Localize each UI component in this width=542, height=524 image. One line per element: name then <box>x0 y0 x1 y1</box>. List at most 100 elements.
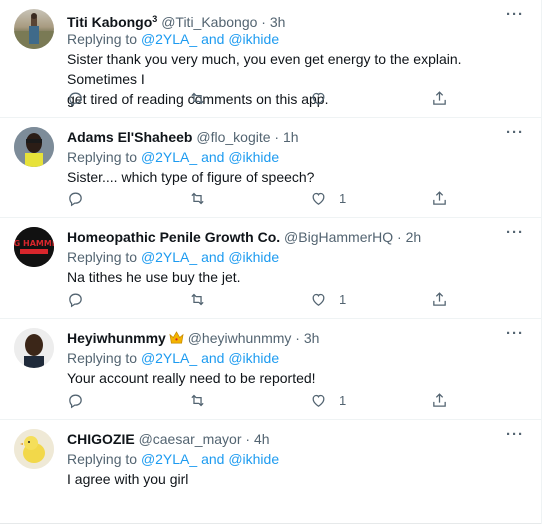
reply-bubble-icon <box>69 394 82 408</box>
tweet-actions: 1 <box>67 390 467 410</box>
like-count: 1 <box>339 392 347 408</box>
replying-to: Replying to @2YLA_ and @ikhide <box>67 350 280 366</box>
timestamp[interactable]: 4h <box>254 431 270 447</box>
avatar-image <box>14 429 54 469</box>
tweet[interactable]: Adams El'Shaheeb @flo_kogite · 1h ··· Re… <box>0 118 541 218</box>
reply-thread-feed: Titi Kabongo3 @Titi_Kabongo · 3h ··· Rep… <box>0 0 542 524</box>
heart-icon <box>312 394 325 407</box>
timestamp[interactable]: 2h <box>406 229 422 245</box>
reply-button[interactable] <box>67 88 84 108</box>
and-link[interactable]: and <box>201 31 224 47</box>
and-link[interactable]: and <box>201 451 224 467</box>
mention-link[interactable]: @2YLA_ <box>141 350 197 366</box>
retweet-button[interactable] <box>189 188 206 208</box>
retweet-button[interactable] <box>189 88 206 108</box>
retweet-button[interactable] <box>189 289 206 309</box>
author-name[interactable]: Heyiwhunmmy <box>67 330 184 346</box>
mention-link[interactable]: @ikhide <box>228 451 279 467</box>
mention-link[interactable]: @ikhide <box>228 249 279 265</box>
separator-dot: · <box>397 229 402 245</box>
author-name[interactable]: Adams El'Shaheeb <box>67 129 192 145</box>
share-button[interactable] <box>431 390 448 410</box>
more-horizontal-icon[interactable]: ··· <box>505 125 525 147</box>
tweet-header: Titi Kabongo3 @Titi_Kabongo · 3h ··· <box>67 7 527 30</box>
author-name[interactable]: Homeopathic Penile Growth Co. <box>67 229 280 245</box>
and-link[interactable]: and <box>201 350 224 366</box>
mention-link[interactable]: @ikhide <box>228 149 279 165</box>
tweet[interactable]: Titi Kabongo3 @Titi_Kabongo · 3h ··· Rep… <box>0 0 541 118</box>
author-handle[interactable]: @BigHammerHQ <box>284 229 393 245</box>
tweet-header: Heyiwhunmmy @heyiwhunmmy · 3h ··· <box>67 326 527 348</box>
retweet-icon <box>191 293 204 305</box>
avatar-image <box>14 328 54 368</box>
mention-link[interactable]: @ikhide <box>228 31 279 47</box>
mention-link[interactable]: @2YLA_ <box>141 149 197 165</box>
share-upload-icon <box>433 392 446 407</box>
reply-bubble-icon <box>69 293 82 307</box>
retweet-button[interactable] <box>189 390 206 410</box>
timestamp[interactable]: 3h <box>270 14 286 30</box>
avatar[interactable]: BIG HAMMER <box>14 227 54 267</box>
share-button[interactable] <box>431 188 448 208</box>
mention-link[interactable]: @2YLA_ <box>141 31 197 47</box>
author-handle[interactable]: @heyiwhunmmy <box>188 330 292 346</box>
tweet[interactable]: CHIGOZIE @caesar_mayor · 4h ··· Replying… <box>0 420 541 524</box>
avatar-image: BIG HAMMER <box>14 227 54 267</box>
more-horizontal-icon[interactable]: ··· <box>505 427 525 449</box>
author-handle[interactable]: @flo_kogite <box>196 129 270 145</box>
tweet-header: Adams El'Shaheeb @flo_kogite · 1h ··· <box>67 125 527 147</box>
reply-bubble-icon <box>69 192 82 206</box>
reply-button[interactable] <box>67 188 84 208</box>
author-name[interactable]: Titi Kabongo3 <box>67 14 157 30</box>
share-button[interactable] <box>431 289 448 309</box>
heart-icon <box>312 293 325 306</box>
like-button[interactable]: 1 <box>310 188 346 208</box>
and-link[interactable]: and <box>201 149 224 165</box>
avatar[interactable] <box>14 328 54 368</box>
tweet-header: CHIGOZIE @caesar_mayor · 4h ··· <box>67 427 527 449</box>
tweet-actions: 1 <box>67 188 467 208</box>
replying-to: Replying to @2YLA_ and @ikhide <box>67 451 280 467</box>
share-upload-icon <box>433 190 446 205</box>
avatar[interactable] <box>14 429 54 469</box>
and-link[interactable]: and <box>201 249 224 265</box>
author-handle[interactable]: @caesar_mayor <box>139 431 242 447</box>
more-horizontal-icon[interactable]: ··· <box>505 326 525 348</box>
tweet[interactable]: Heyiwhunmmy @heyiwhunmmy · 3h ··· Replyi… <box>0 319 541 420</box>
timestamp[interactable]: 1h <box>283 129 299 145</box>
retweet-icon <box>191 394 204 406</box>
author-name[interactable]: CHIGOZIE <box>67 431 135 447</box>
separator-dot: · <box>261 14 266 30</box>
tweet-text: I agree with you girl <box>67 471 189 487</box>
share-upload-icon <box>433 291 446 306</box>
mention-link[interactable]: @ikhide <box>228 350 279 366</box>
like-count: 1 <box>339 190 347 206</box>
share-button[interactable] <box>431 88 448 108</box>
tweet-text: Your account really need to be reported! <box>67 370 316 386</box>
tweet-text: Sister.... which type of figure of speec… <box>67 169 315 185</box>
crown-emoji-icon <box>169 331 184 344</box>
replying-to: Replying to @2YLA_ and @ikhide <box>67 31 280 47</box>
retweet-icon <box>191 92 204 104</box>
like-button[interactable]: 1 <box>310 289 346 309</box>
avatar-image <box>14 13 54 49</box>
reply-button[interactable] <box>67 289 84 309</box>
mention-link[interactable]: @2YLA_ <box>141 249 197 265</box>
mention-link[interactable]: @2YLA_ <box>141 451 197 467</box>
like-button[interactable]: 1 <box>310 390 346 410</box>
reply-button[interactable] <box>67 390 84 410</box>
tweet-text: Na tithes he use buy the jet. <box>67 269 241 285</box>
heart-icon <box>312 192 325 205</box>
avatar[interactable] <box>14 127 54 167</box>
timestamp[interactable]: 3h <box>304 330 320 346</box>
author-handle[interactable]: @Titi_Kabongo <box>161 14 257 30</box>
more-horizontal-icon[interactable]: ··· <box>505 7 525 29</box>
like-button[interactable] <box>310 88 339 108</box>
share-upload-icon <box>433 90 446 105</box>
retweet-icon <box>191 192 204 204</box>
replying-to: Replying to @2YLA_ and @ikhide <box>67 249 280 265</box>
tweet-header: Homeopathic Penile Growth Co. @BigHammer… <box>67 225 527 247</box>
more-horizontal-icon[interactable]: ··· <box>505 225 525 247</box>
tweet[interactable]: BIG HAMMER Homeopathic Penile Growth Co.… <box>0 218 541 319</box>
avatar[interactable] <box>14 9 54 49</box>
